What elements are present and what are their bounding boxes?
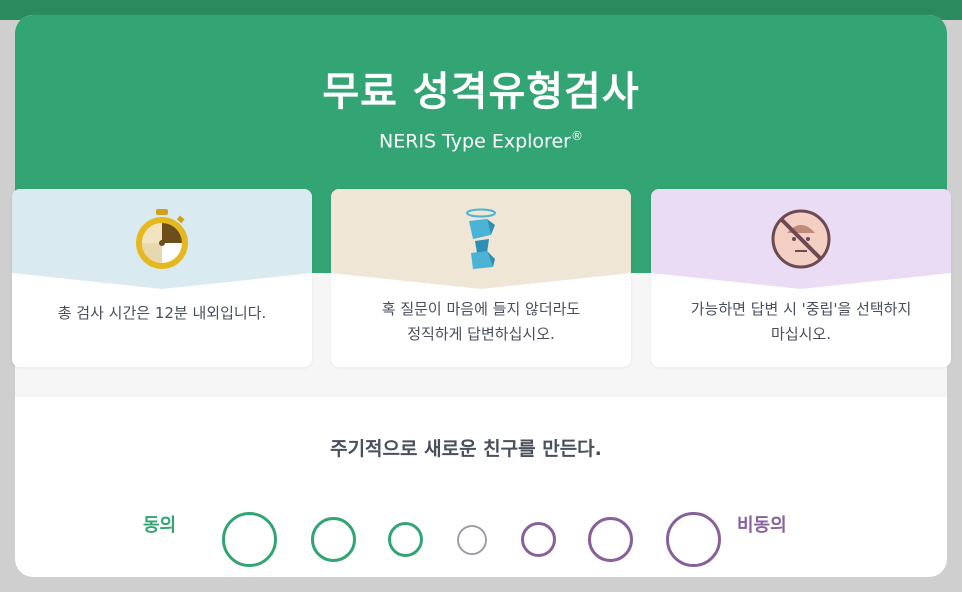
- subtitle-text: NERIS Type Explorer: [379, 130, 571, 153]
- answer-strongly-agree[interactable]: [222, 512, 277, 567]
- tip-text: 가능하면 답변 시 '중립'을 선택하지 마십시오.: [663, 297, 939, 347]
- answer-slightly-disagree[interactable]: [521, 522, 556, 557]
- tip-text-line: 정직하게 답변하십시오.: [407, 325, 555, 343]
- tip-card-honest: 혹 질문이 마음에 들지 않더라도 정직하게 답변하십시오.: [331, 189, 631, 367]
- tip-text-line: 마십시오.: [771, 325, 831, 343]
- stopwatch-icon: [136, 209, 188, 269]
- answer-disagree[interactable]: [588, 517, 633, 562]
- answer-slightly-agree[interactable]: [388, 522, 423, 557]
- question-text: 주기적으로 새로운 친구를 만든다.: [330, 438, 602, 460]
- tip-text-line: 혹 질문이 마음에 들지 않더라도: [381, 300, 581, 318]
- tip-text: 총 검사 시간은 12분 내외입니다.: [57, 304, 267, 322]
- page-title: 무료 성격유형검사: [322, 69, 640, 115]
- disagree-label: 비동의: [737, 515, 787, 536]
- registered-mark: ®: [570, 129, 583, 143]
- agree-label: 동의: [143, 515, 177, 536]
- statue-angel-icon: [466, 208, 496, 269]
- answer-neutral[interactable]: [457, 525, 487, 555]
- tip-text: 혹 질문이 마음에 들지 않더라도 정직하게 답변하십시오.: [343, 297, 619, 347]
- tip-card-time: 총 검사 시간은 12분 내외입니다.: [12, 189, 312, 367]
- answer-strongly-disagree[interactable]: [666, 512, 721, 567]
- answer-agree[interactable]: [311, 517, 356, 562]
- tip-text-line: 가능하면 답변 시 '중립'을 선택하지: [690, 300, 912, 318]
- page-subtitle: NERIS Type Explorer®: [15, 129, 947, 152]
- no-neutral-face-icon: [771, 209, 831, 269]
- tip-card-neutral: 가능하면 답변 시 '중립'을 선택하지 마십시오.: [651, 189, 951, 367]
